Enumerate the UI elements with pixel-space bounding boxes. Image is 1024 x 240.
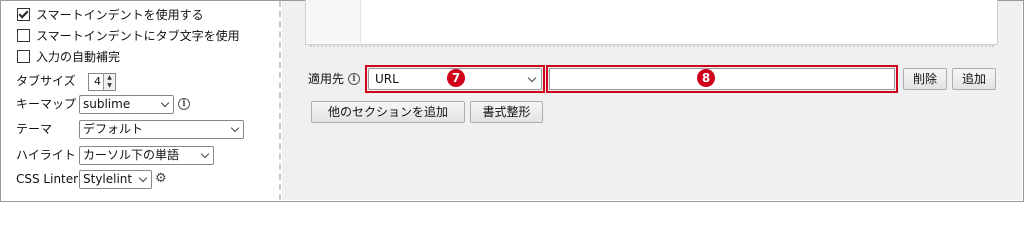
gear-icon[interactable]: ⚙ — [155, 172, 169, 186]
keymap-info-icon[interactable]: i — [178, 98, 190, 110]
keymap-select[interactable]: sublime — [79, 95, 174, 114]
highlight-label: ハイライト — [16, 148, 76, 162]
delete-button[interactable]: 削除 — [903, 68, 947, 90]
linter-select[interactable]: Stylelint — [79, 170, 152, 189]
linter-label: CSS Linter — [16, 172, 79, 186]
keymap-value: sublime — [83, 97, 131, 111]
add-button[interactable]: 追加 — [952, 68, 996, 90]
smart-indent-tabs-option[interactable]: スマートインデントにタブ文字を使用 — [17, 26, 240, 44]
format-button[interactable]: 書式整形 — [470, 101, 543, 123]
smart-indent-tabs-checkbox[interactable] — [17, 28, 30, 42]
chevron-down-icon — [138, 173, 148, 183]
highlight-select[interactable]: カーソル下の単語 — [79, 146, 214, 165]
smart-indent-checkbox[interactable] — [17, 7, 30, 21]
auto-complete-option[interactable]: 入力の自動補完 — [17, 47, 120, 65]
smart-indent-tabs-label: スマートインデントにタブ文字を使用 — [36, 28, 240, 43]
apply-to-label: 適用先 — [308, 70, 344, 88]
step-badge-7: 7 — [447, 69, 465, 87]
editor-resize-handle[interactable] — [310, 45, 994, 47]
keymap-label: キーマップ — [16, 97, 77, 111]
auto-complete-label: 入力の自動補完 — [36, 49, 121, 64]
add-section-button[interactable]: 他のセクションを追加 — [311, 101, 465, 123]
linter-value: Stylelint — [83, 172, 133, 186]
highlight-box-input — [546, 65, 898, 93]
code-editor[interactable] — [305, 0, 998, 45]
tab-size-label: タブサイズ — [16, 74, 76, 88]
chevron-down-icon — [160, 98, 170, 108]
step-badge-8: 8 — [697, 69, 715, 87]
smart-indent-option[interactable]: スマートインデントを使用する — [17, 5, 204, 23]
line-number-gutter — [306, 0, 361, 43]
chevron-down-icon — [200, 149, 210, 159]
theme-select[interactable]: デフォルト — [79, 120, 244, 139]
theme-value: デフォルト — [83, 122, 144, 136]
highlight-value: カーソル下の単語 — [83, 148, 180, 162]
panel-divider[interactable] — [279, 1, 281, 200]
auto-complete-checkbox[interactable] — [17, 49, 30, 63]
theme-label: テーマ — [16, 122, 53, 136]
tab-size-stepper[interactable]: 4 ▲ ▼ — [88, 73, 116, 91]
apply-to-text: 適用先 — [308, 72, 345, 86]
smart-indent-label: スマートインデントを使用する — [36, 7, 204, 22]
stepper-down-icon[interactable]: ▼ — [103, 82, 115, 90]
apply-info-icon[interactable]: i — [348, 73, 360, 85]
chevron-down-icon — [230, 123, 240, 133]
tab-size-value: 4 — [94, 75, 101, 88]
